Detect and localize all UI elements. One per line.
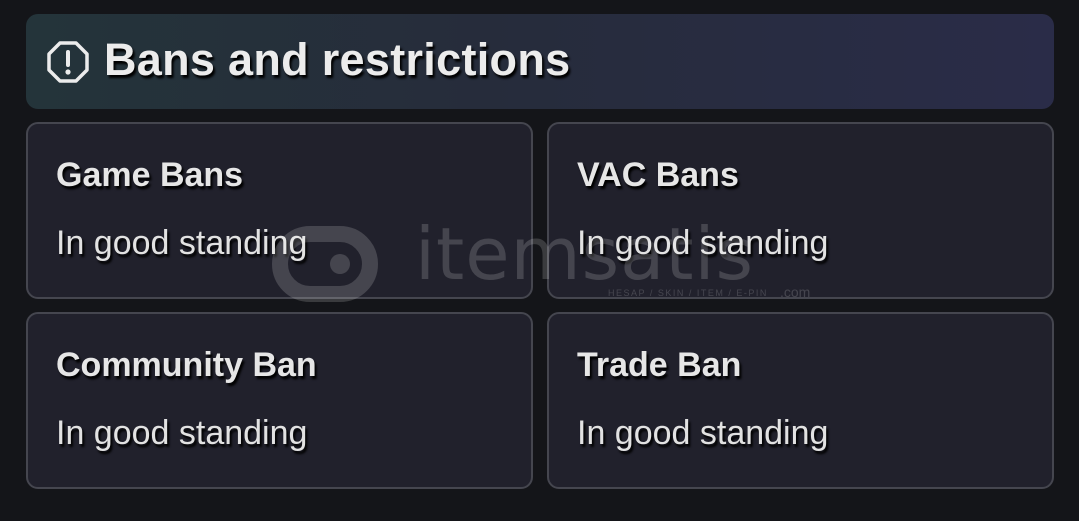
card-title: VAC Bans: [577, 156, 739, 194]
card-status: In good standing: [577, 414, 829, 452]
alert-octagon-icon: [46, 40, 90, 84]
trade-ban-card: Trade Ban In good standing: [547, 312, 1054, 489]
card-title: Community Ban: [56, 346, 317, 384]
card-title: Trade Ban: [577, 346, 742, 384]
card-status: In good standing: [577, 224, 829, 262]
community-ban-card: Community Ban In good standing: [26, 312, 533, 489]
game-bans-card: Game Bans In good standing: [26, 122, 533, 299]
section-header: Bans and restrictions: [26, 14, 1054, 109]
section-title: Bans and restrictions: [104, 34, 571, 85]
card-status: In good standing: [56, 224, 308, 262]
bans-panel: Bans and restrictions Game Bans In good …: [0, 0, 1079, 521]
vac-bans-card: VAC Bans In good standing: [547, 122, 1054, 299]
card-title: Game Bans: [56, 156, 244, 194]
card-status: In good standing: [56, 414, 308, 452]
